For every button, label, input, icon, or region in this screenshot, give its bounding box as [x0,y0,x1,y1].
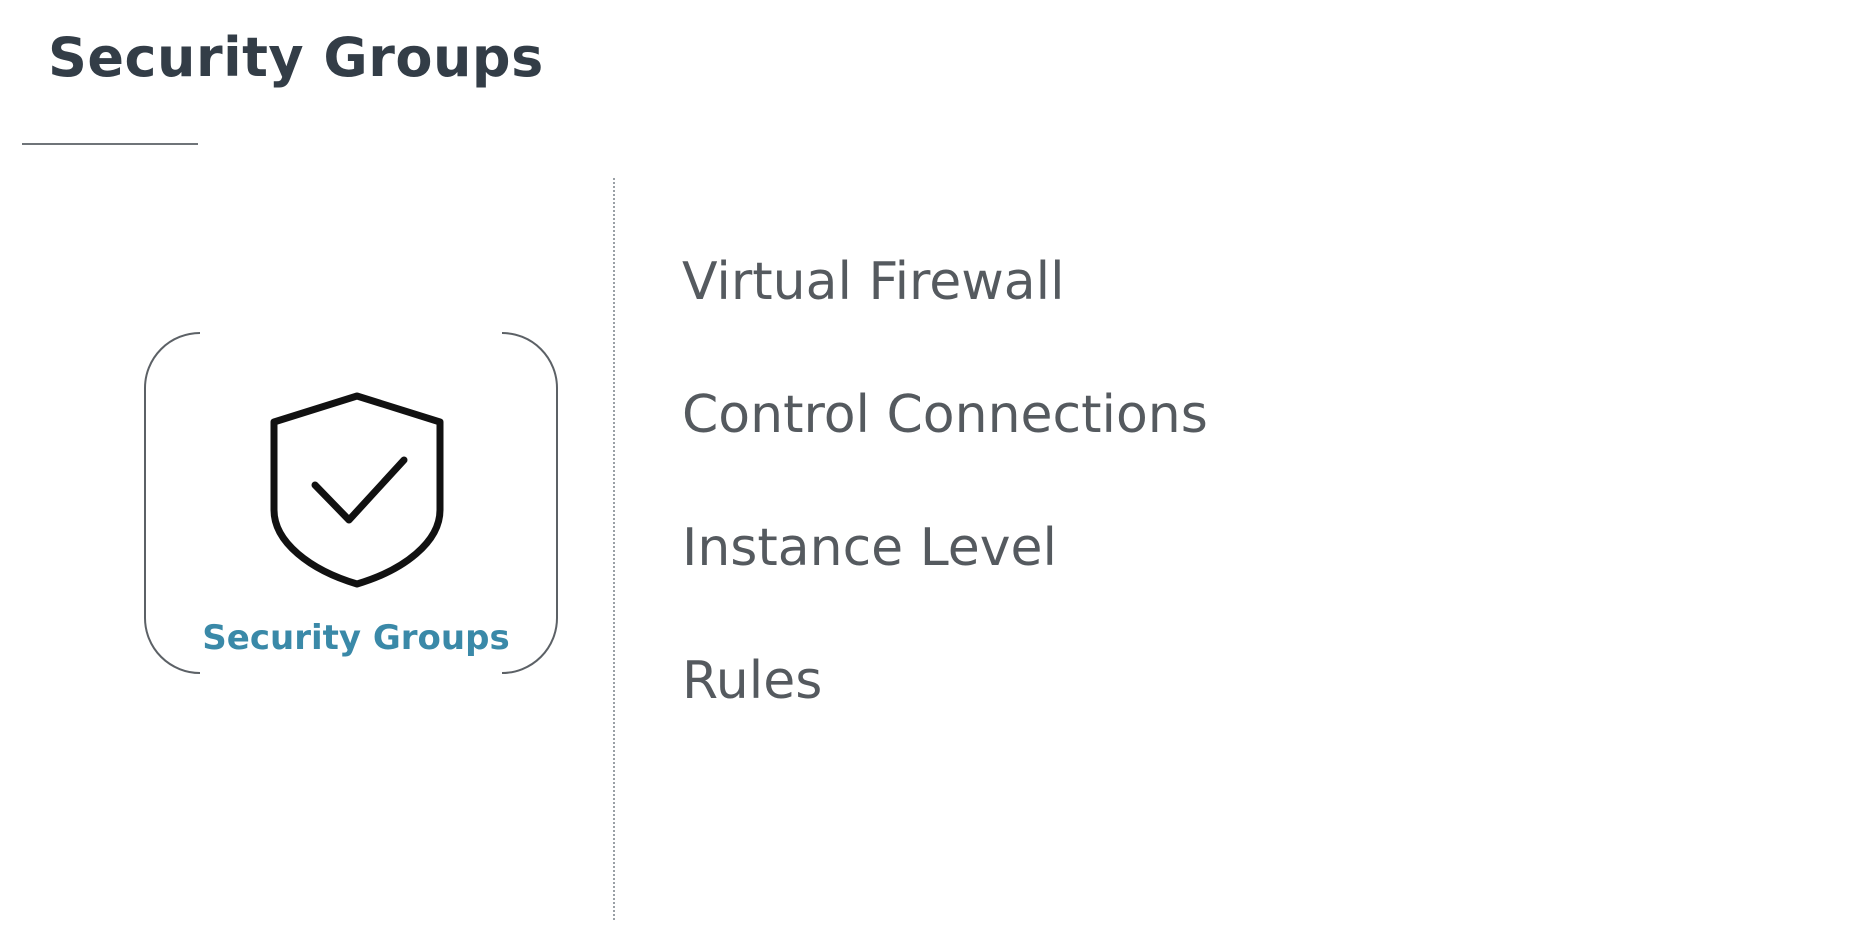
shield-check-icon [270,392,444,588]
card-label: Security Groups [202,618,510,658]
security-groups-card: Security Groups [142,330,560,676]
feature-list: Virtual Firewall Control Connections Ins… [682,250,1208,782]
page-title: Security Groups [48,26,544,89]
slide: Security Groups Security Groups Virtual … [0,0,1860,930]
list-item: Instance Level [682,518,1057,578]
list-item: Rules [682,651,823,711]
list-item: Virtual Firewall [682,252,1065,312]
title-underline [22,143,198,145]
list-item: Control Connections [682,385,1208,445]
vertical-divider [613,178,615,920]
